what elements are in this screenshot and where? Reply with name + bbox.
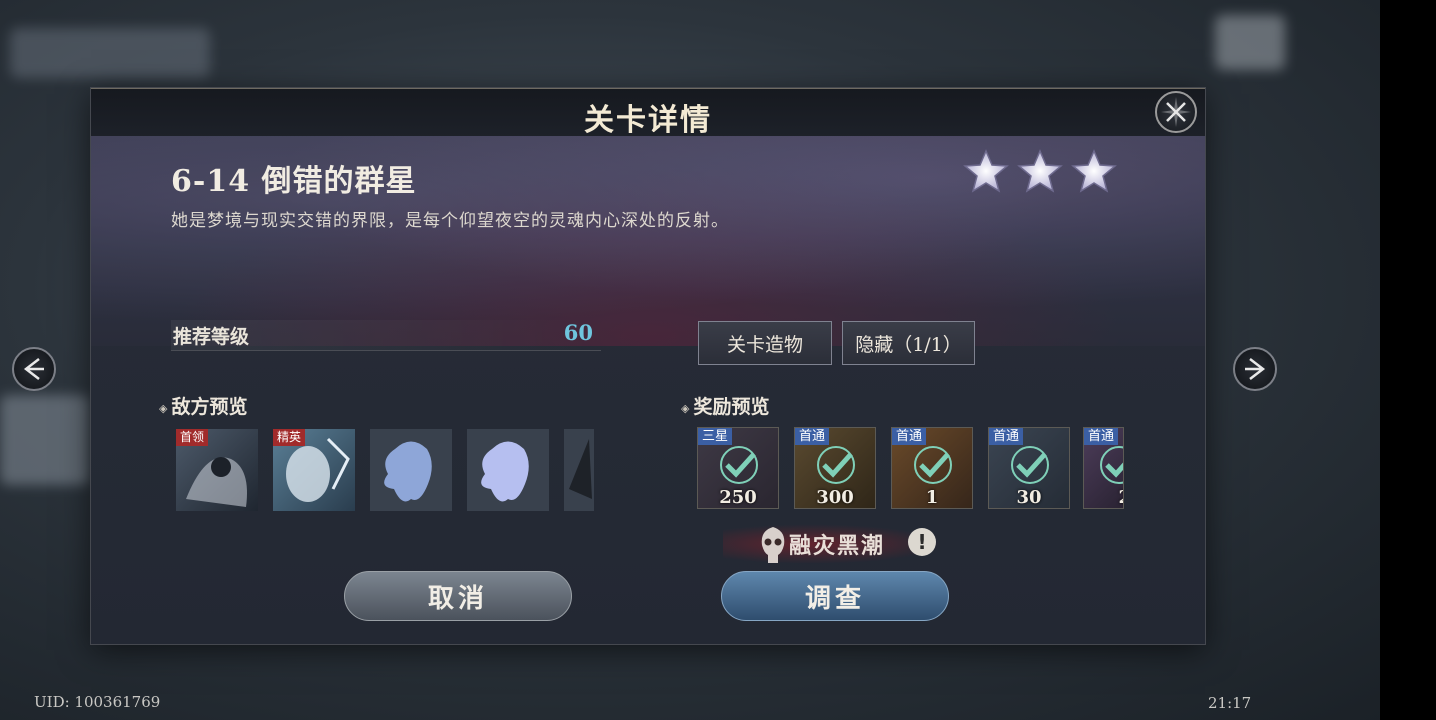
recommended-level: 推荐等级 60 xyxy=(171,320,601,351)
check-icon xyxy=(1011,446,1049,484)
stage-creation-label: 关卡造物 xyxy=(726,333,803,356)
uid-label: UID: 100361769 xyxy=(34,693,161,711)
background-blur xyxy=(10,28,210,78)
ghost-portrait-icon xyxy=(384,441,432,502)
close-button[interactable] xyxy=(1155,91,1197,133)
star-rating xyxy=(963,148,1117,194)
ghost-portrait-icon xyxy=(481,441,529,502)
reward-item[interactable]: 首通 2 xyxy=(1083,427,1124,509)
clock: 21:17 xyxy=(1208,694,1252,712)
skull-icon xyxy=(761,527,785,563)
cancel-label: 取消 xyxy=(427,583,488,614)
hidden-label: 隐藏（1/1） xyxy=(855,333,962,356)
reward-count: 2 xyxy=(1118,487,1123,508)
check-icon xyxy=(817,446,855,484)
enemy-portrait[interactable] xyxy=(564,429,594,511)
stage-detail-dialog: 关卡详情 6-14 倒错的群星 她是梦境与现实交错的界限，是每个仰望夜空的灵魂内… xyxy=(91,88,1205,644)
star-icon xyxy=(1071,149,1117,193)
level-value: 60 xyxy=(563,320,593,345)
enemy-portrait-icon xyxy=(569,439,592,499)
check-icon xyxy=(914,446,952,484)
prev-stage-arrow-icon[interactable] xyxy=(12,347,56,391)
investigate-label: 调查 xyxy=(804,583,865,614)
background-blur xyxy=(1215,15,1285,70)
diamond-icon: ◈ xyxy=(159,401,168,415)
stage-title: 6-14 倒错的群星 xyxy=(171,164,417,199)
investigate-button[interactable]: 调查 xyxy=(721,571,949,621)
reward-count: 30 xyxy=(1016,487,1042,508)
info-icon[interactable]: ! xyxy=(908,528,936,556)
enemy-portrait[interactable] xyxy=(467,429,549,511)
enemy-preview-heading: ◈ 敌方预览 xyxy=(159,392,247,419)
check-icon xyxy=(1100,446,1123,484)
check-icon xyxy=(720,446,758,484)
stage-description: 她是梦境与现实交错的界限，是每个仰望夜空的灵魂内心深处的反射。 xyxy=(171,211,729,231)
screen-edge xyxy=(1380,0,1436,720)
dialog-title: 关卡详情 xyxy=(584,103,712,138)
level-label: 推荐等级 xyxy=(173,326,250,348)
star-icon xyxy=(963,149,1009,193)
reward-item[interactable]: 首通 300 xyxy=(794,427,876,509)
boss-tag: 首领 xyxy=(176,429,209,446)
reward-preview-label: 奖励预览 xyxy=(693,396,770,418)
hidden-button[interactable]: 隐藏（1/1） xyxy=(842,321,975,365)
reward-item[interactable]: 三星 250 xyxy=(697,427,779,509)
star-icon xyxy=(1017,149,1063,193)
reward-item[interactable]: 首通 1 xyxy=(891,427,973,509)
reward-count: 300 xyxy=(816,487,854,508)
tide-label: 融灾黑潮 xyxy=(789,533,886,559)
enemy-portrait[interactable] xyxy=(370,429,452,511)
reward-preview-heading: ◈ 奖励预览 xyxy=(681,392,769,419)
reward-count: 250 xyxy=(719,487,757,508)
next-stage-arrow-icon[interactable] xyxy=(1233,347,1277,391)
reward-item[interactable]: 首通 30 xyxy=(988,427,1070,509)
stage-creation-button[interactable]: 关卡造物 xyxy=(698,321,832,365)
close-icon xyxy=(1161,97,1191,127)
diamond-icon: ◈ xyxy=(681,401,690,415)
cancel-button[interactable]: 取消 xyxy=(344,571,572,621)
enemy-portrait[interactable]: 精英 xyxy=(273,429,355,511)
background-blur xyxy=(0,395,90,485)
dialog-header: 关卡详情 xyxy=(91,88,1205,138)
elite-tag: 精英 xyxy=(273,429,306,446)
enemy-preview-label: 敌方预览 xyxy=(171,396,248,418)
enemy-portrait[interactable]: 首领 xyxy=(176,429,258,511)
reward-count: 1 xyxy=(925,487,939,508)
